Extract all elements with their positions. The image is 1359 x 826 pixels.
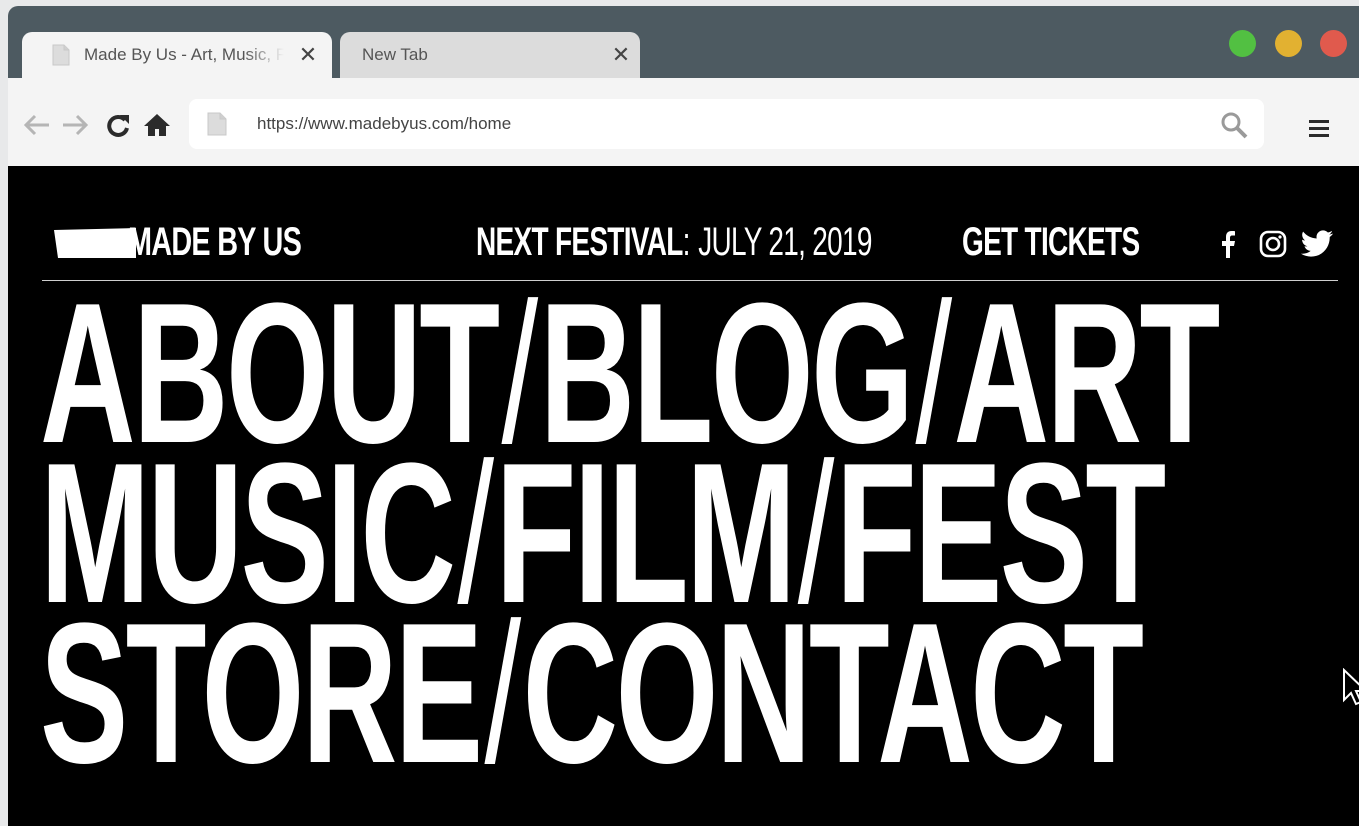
page-icon bbox=[207, 112, 227, 136]
festival-separator: : bbox=[682, 220, 691, 264]
browser-window: Made By Us - Art, Music, Film ✕ New Tab … bbox=[8, 6, 1359, 826]
address-bar[interactable] bbox=[189, 99, 1264, 149]
reload-icon[interactable] bbox=[104, 112, 134, 138]
twitter-icon[interactable] bbox=[1300, 230, 1334, 258]
logo-text: MADE BY US bbox=[128, 220, 302, 264]
mouse-cursor-icon bbox=[1343, 668, 1359, 706]
web-page: MADE BY US NEXT FESTIVAL: JULY 21, 2019 … bbox=[8, 166, 1359, 826]
tab-made-by-us[interactable]: Made By Us - Art, Music, Film ✕ bbox=[22, 32, 332, 78]
arrow-right-icon[interactable] bbox=[60, 112, 90, 138]
search-icon[interactable] bbox=[1219, 111, 1249, 139]
nav-row-3: STORE/CONTACT bbox=[40, 594, 1144, 794]
minimize-button[interactable] bbox=[1275, 30, 1302, 57]
arrow-left-icon[interactable] bbox=[22, 112, 52, 138]
facebook-icon[interactable] bbox=[1220, 230, 1236, 258]
get-tickets-link[interactable]: GET TICKETS bbox=[962, 222, 1140, 262]
nav-separator: / bbox=[484, 582, 521, 805]
festival-date: JULY 21, 2019 bbox=[698, 220, 872, 264]
close-window-button[interactable] bbox=[1320, 30, 1347, 57]
tab-title: New Tab bbox=[362, 45, 428, 64]
browser-toolbar bbox=[8, 78, 1359, 166]
nav-contact[interactable]: CONTACT bbox=[523, 582, 1144, 805]
nav-store[interactable]: STORE bbox=[40, 582, 483, 805]
tab-new-tab[interactable]: New Tab ✕ bbox=[340, 32, 640, 78]
instagram-icon[interactable] bbox=[1259, 230, 1287, 258]
hamburger-menu-icon[interactable] bbox=[1308, 118, 1330, 140]
tab-title: Made By Us - Art, Music, Film bbox=[84, 45, 284, 64]
url-input[interactable] bbox=[257, 113, 1157, 135]
logo-bar-shape bbox=[54, 228, 136, 258]
page-icon bbox=[52, 44, 70, 66]
home-icon[interactable] bbox=[142, 112, 172, 138]
maximize-button[interactable] bbox=[1229, 30, 1256, 57]
festival-label: NEXT FESTIVAL bbox=[476, 220, 683, 264]
close-tab-icon[interactable]: ✕ bbox=[610, 44, 632, 66]
next-festival: NEXT FESTIVAL: JULY 21, 2019 bbox=[476, 222, 872, 262]
close-tab-icon[interactable]: ✕ bbox=[297, 44, 319, 66]
